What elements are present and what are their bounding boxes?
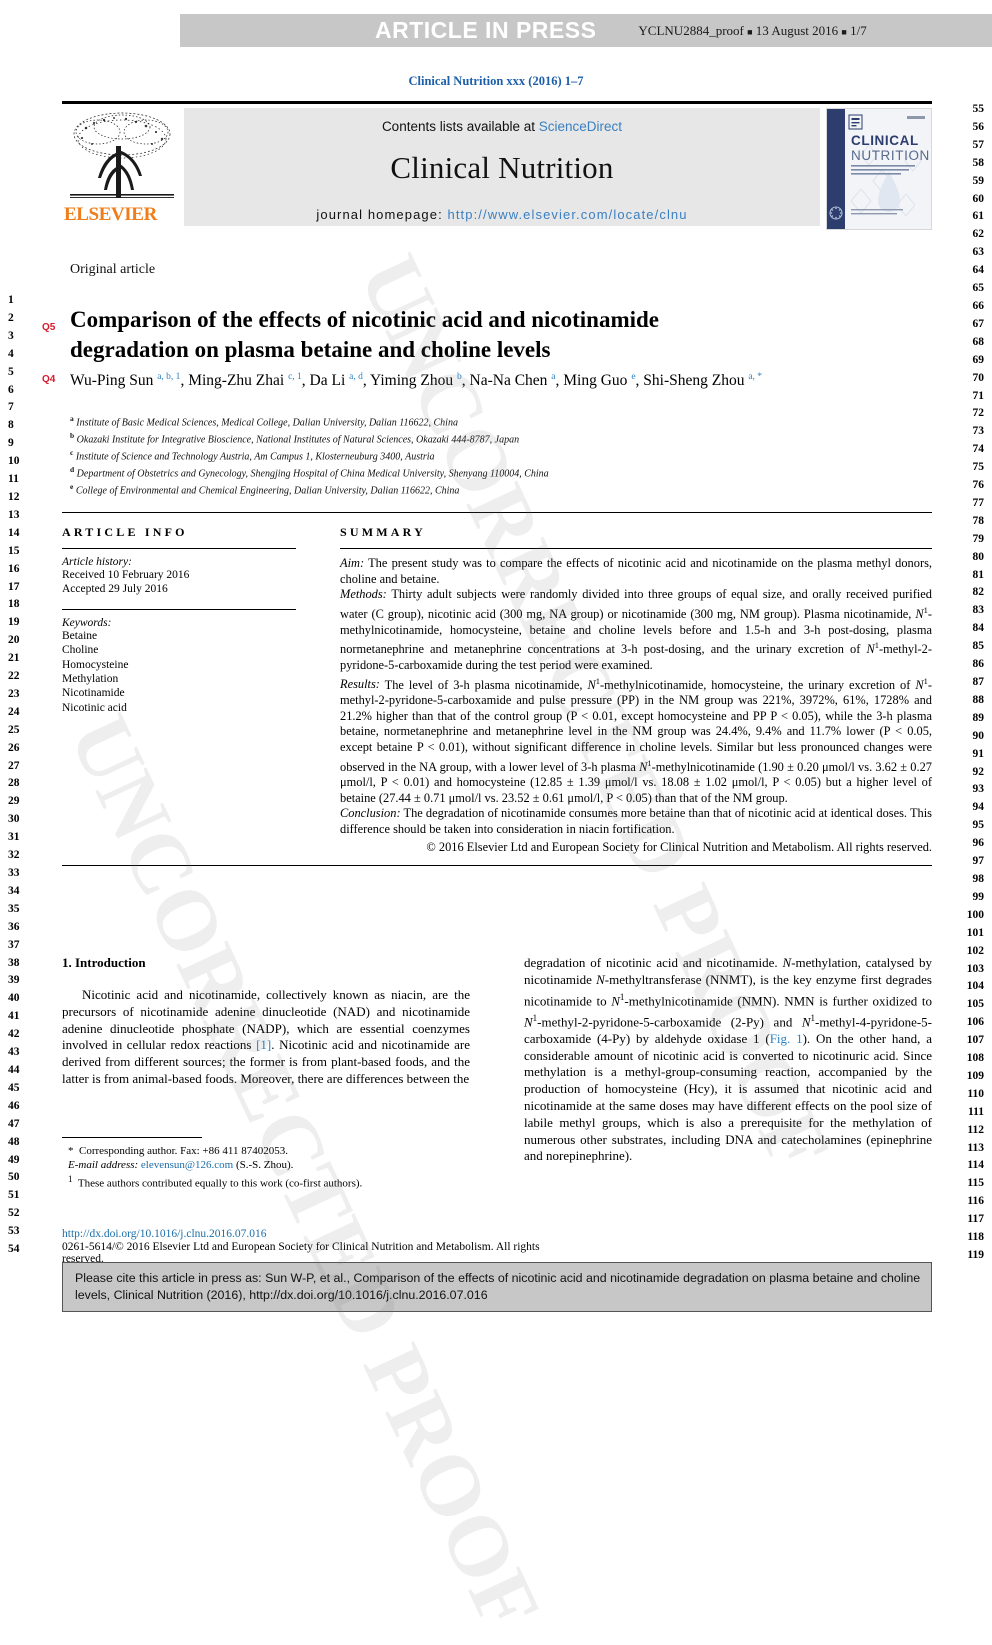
equal-contribution-text: These authors contributed equally to thi… bbox=[77, 1177, 363, 1190]
doi-link[interactable]: http://dx.doi.org/10.1016/j.clnu.2016.07… bbox=[62, 1228, 562, 1240]
line-numbers-left: 1 2 3 4 5 6 7 8 9 10 11 12 13 14 15 16 17 18 19 20 21 22 23 24 2… bbox=[8, 294, 20, 1256]
article-history-label: Article history: bbox=[62, 556, 132, 568]
reference-link-1[interactable]: [1] bbox=[256, 1037, 271, 1052]
corresponding-author-text: Corresponding author. Fax: +86 411 87402… bbox=[79, 1145, 288, 1157]
abstract-conclusion: Conclusion: The degradation of nicotinam… bbox=[340, 806, 932, 837]
summary-column: SUMMARY Aim: The present study was to co… bbox=[314, 525, 932, 855]
divider bbox=[62, 608, 296, 610]
article-history-accepted: Accepted 29 July 2016 bbox=[62, 583, 168, 596]
footnote-block: * Corresponding author. Fax: +86 411 874… bbox=[62, 1137, 470, 1191]
page-title: Comparison of the effects of nicotinic a… bbox=[70, 305, 810, 365]
line-numbers-right: 55 56 57 58 59 60 61 62 63 64 65 66 67 68 69 70 71 72 73 74… bbox=[966, 103, 984, 1261]
abstract-conclusion-label: Conclusion: bbox=[340, 806, 401, 821]
footnote-equal-contribution: 1 These authors contributed equally to t… bbox=[62, 1172, 470, 1191]
introduction-heading: 1. Introduction bbox=[62, 955, 146, 970]
abstract-aim-text: The present study was to compare the eff… bbox=[340, 556, 932, 586]
svg-text:CLINICAL: CLINICAL bbox=[851, 133, 919, 148]
affiliation-item: b Okazaki Institute for Integrative Bios… bbox=[70, 430, 520, 446]
journal-masthead: ELSEVIER Contents lists available at Sci… bbox=[62, 101, 932, 230]
journal-cover-thumbnail: CLINICAL NUTRITION bbox=[826, 108, 932, 230]
figure-link-1[interactable]: Fig. 1 bbox=[770, 1031, 803, 1046]
email-address-link[interactable]: elevensun@126.com bbox=[141, 1159, 233, 1171]
proof-pages: 1/7 bbox=[850, 22, 867, 38]
body-columns: 1. Introduction Nicotinic acid and nicot… bbox=[62, 955, 932, 1165]
journal-name: Clinical Nutrition bbox=[390, 150, 614, 185]
keyword-item: Betaine bbox=[62, 629, 98, 642]
abstract-results-text: The level of 3-h plasma nicotinamide, N1… bbox=[340, 675, 932, 805]
body-column-left: 1. Introduction Nicotinic acid and nicot… bbox=[62, 955, 470, 1165]
abstract-results-label: Results: bbox=[340, 677, 380, 692]
footnote-marker-1: 1 bbox=[68, 1174, 73, 1184]
article-in-press-bar: ARTICLE IN PRESS YCLNU2884_proof ■ 13 Au… bbox=[180, 14, 992, 47]
title-line-1: Comparison of the effects of nicotinic a… bbox=[70, 307, 660, 333]
article-info-summary-box: ARTICLE INFO Article history: Received 1… bbox=[62, 512, 932, 867]
keyword-item: Methylation bbox=[62, 673, 119, 686]
body-column-right: degradation of nicotinic acid and nicoti… bbox=[524, 955, 932, 1165]
elsevier-tree-icon bbox=[70, 112, 174, 198]
doi-block: http://dx.doi.org/10.1016/j.clnu.2016.07… bbox=[62, 1228, 562, 1265]
journal-reference-line: Clinical Nutrition xxx (2016) 1–7 bbox=[408, 74, 584, 88]
article-info-column: ARTICLE INFO Article history: Received 1… bbox=[62, 525, 314, 855]
query-marker-q5[interactable]: Q5 bbox=[42, 322, 55, 333]
abstract-results: Results: The level of 3-h plasma nicotin… bbox=[340, 673, 932, 806]
contents-prefix: Contents lists available at bbox=[381, 119, 539, 134]
journal-homepage-link[interactable]: http://www.elsevier.com/locate/clnu bbox=[448, 207, 688, 222]
abstract-copyright: © 2016 Elsevier Ltd and European Society… bbox=[426, 839, 932, 854]
introduction-paragraph-right: degradation of nicotinic acid and nicoti… bbox=[524, 955, 932, 1164]
title-line-2: degradation on plasma betaine and cholin… bbox=[70, 337, 551, 363]
abstract-methods-label: Methods: bbox=[340, 587, 387, 602]
keyword-item: Choline bbox=[62, 644, 99, 657]
article-history-received: Received 10 February 2016 bbox=[62, 569, 190, 581]
square-bullet-icon: ■ bbox=[747, 26, 753, 37]
article-in-press-label: ARTICLE IN PRESS bbox=[375, 17, 597, 43]
divider bbox=[62, 548, 296, 549]
affiliation-list: a Institute of Basic Medical Sciences, M… bbox=[70, 413, 870, 498]
article-info-heading: ARTICLE INFO bbox=[62, 525, 188, 539]
svg-text:NUTRITION: NUTRITION bbox=[851, 148, 930, 163]
footnote-divider bbox=[62, 1137, 202, 1138]
divider bbox=[340, 548, 932, 549]
email-address-label: E-mail address: bbox=[68, 1159, 139, 1171]
keyword-item: Nicotinamide bbox=[62, 687, 125, 700]
asterisk-icon: * bbox=[68, 1145, 74, 1157]
proof-date: 13 August 2016 bbox=[755, 22, 839, 38]
keyword-item: Homocysteine bbox=[62, 658, 129, 671]
keyword-item: Nicotinic acid bbox=[62, 701, 127, 714]
masthead-center: Contents lists available at ScienceDirec… bbox=[184, 108, 820, 226]
contents-available-line: Contents lists available at ScienceDirec… bbox=[184, 119, 820, 134]
introduction-paragraph-left: Nicotinic acid and nicotinamide, collect… bbox=[62, 987, 470, 1086]
journal-homepage-line: journal homepage: http://www.elsevier.co… bbox=[184, 207, 820, 222]
article-type-label: Original article bbox=[70, 262, 156, 277]
abstract-methods: Methods: Thirty adult subjects were rand… bbox=[340, 587, 932, 673]
homepage-label: journal homepage: bbox=[316, 207, 448, 222]
author-list: Wu-Ping Sun a, b, 1, Ming-Zhu Zhai c, 1,… bbox=[70, 372, 763, 390]
cite-this-article-box: Please cite this article in press as: Su… bbox=[62, 1262, 932, 1312]
affiliation-item: a Institute of Basic Medical Sciences, M… bbox=[70, 414, 458, 429]
elsevier-wordmark: ELSEVIER bbox=[64, 204, 157, 225]
summary-heading: SUMMARY bbox=[340, 525, 426, 539]
keywords-label: Keywords: bbox=[62, 616, 112, 629]
abstract-aim-label: Aim: bbox=[340, 556, 365, 570]
affiliation-item: d Department of Obstetrics and Gynecolog… bbox=[70, 464, 549, 480]
footnote-email: E-mail address: elevensun@126.com (S.-S.… bbox=[62, 1158, 470, 1172]
footnote-corresponding-author: * Corresponding author. Fax: +86 411 874… bbox=[62, 1144, 470, 1158]
cover-image: CLINICAL NUTRITION bbox=[827, 109, 931, 229]
email-address-suffix: (S.-S. Zhou). bbox=[233, 1159, 294, 1171]
proof-meta: YCLNU2884_proof ■ 13 August 2016 ■ 1/7 bbox=[638, 23, 866, 39]
query-marker-q4[interactable]: Q4 bbox=[42, 374, 55, 385]
abstract-conclusion-text: The degradation of nicotinamide consumes… bbox=[340, 806, 932, 836]
abstract-aim: Aim: The present study was to compare th… bbox=[340, 556, 932, 587]
square-bullet-icon: ■ bbox=[841, 26, 847, 37]
affiliation-item: e College of Environmental and Chemical … bbox=[70, 481, 460, 497]
sciencedirect-link[interactable]: ScienceDirect bbox=[539, 119, 622, 134]
proof-id: YCLNU2884_proof bbox=[638, 22, 744, 38]
cite-this-article-text: Please cite this article in press as: Su… bbox=[75, 1271, 921, 1302]
abstract-methods-text: Thirty adult subjects were randomly divi… bbox=[340, 587, 932, 672]
affiliation-item: c Institute of Science and Technology Au… bbox=[70, 447, 435, 463]
elsevier-logo: ELSEVIER bbox=[62, 104, 184, 228]
